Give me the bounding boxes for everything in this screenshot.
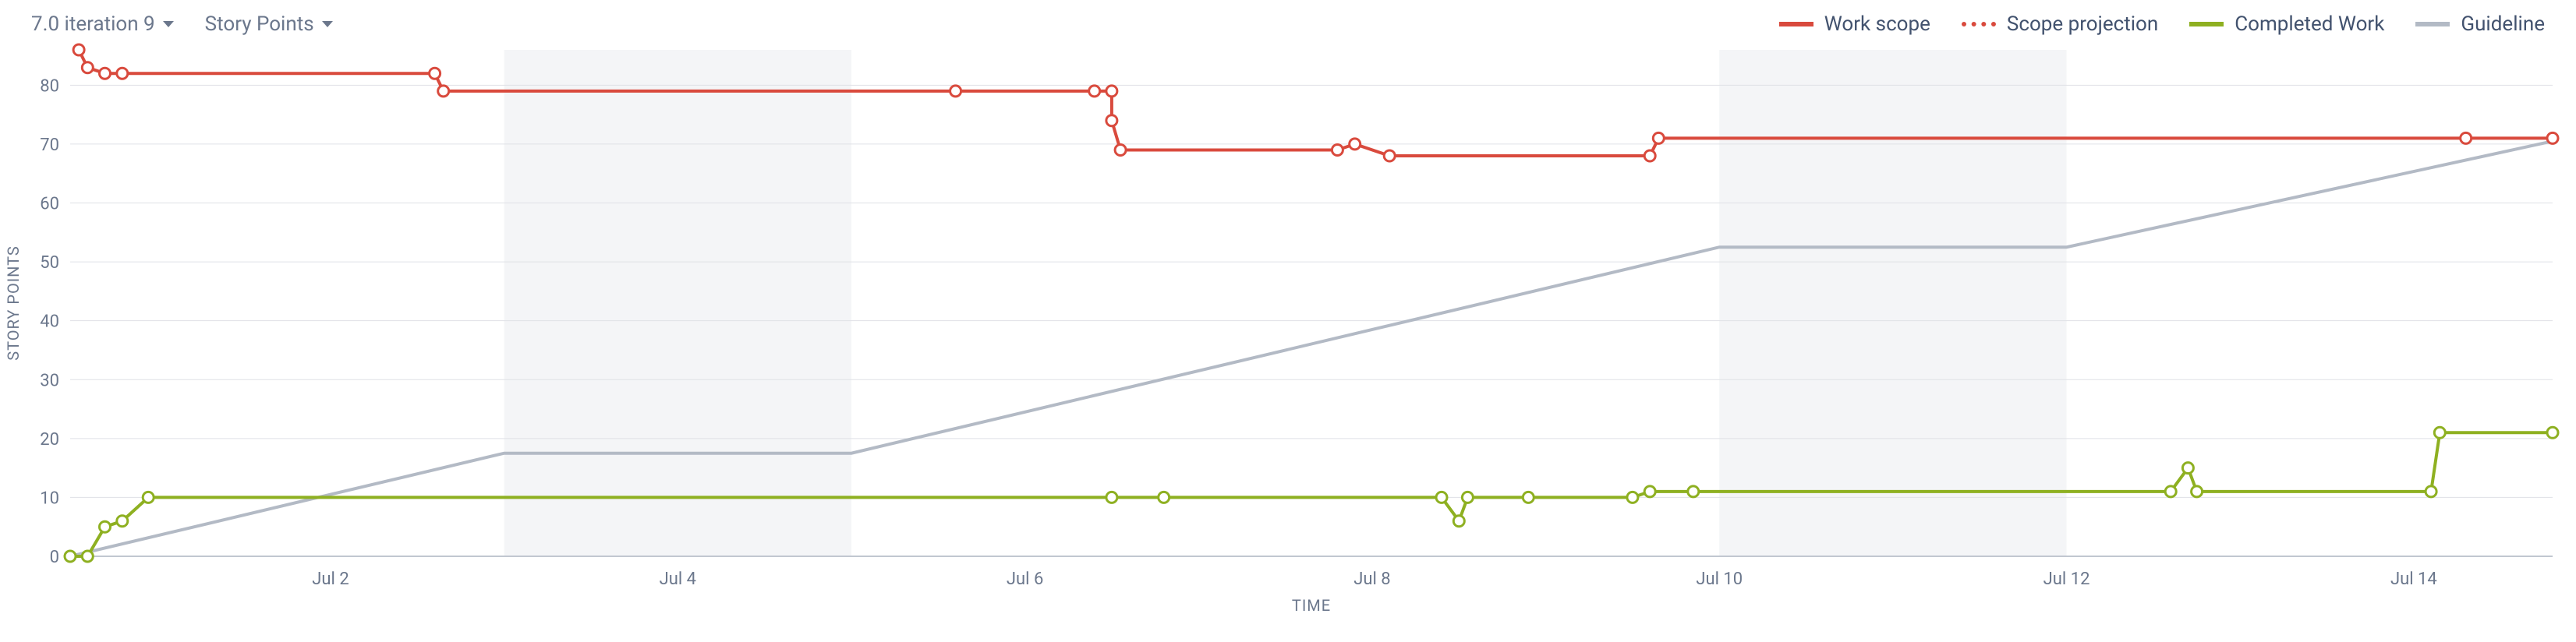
data-point xyxy=(65,551,76,562)
series-guideline xyxy=(70,141,2553,556)
x-tick-label: Jul 12 xyxy=(2043,570,2090,589)
data-point xyxy=(1436,492,1447,503)
legend-label: Scope projection xyxy=(2007,12,2158,36)
burnup-chart-container: 7.0 iteration 9 Story Points Work scope … xyxy=(0,0,2576,642)
dashed-line-swatch-icon xyxy=(1962,22,1996,26)
data-point xyxy=(1159,492,1169,503)
legend-guideline: Guideline xyxy=(2415,12,2545,36)
y-tick-label: 0 xyxy=(50,548,59,567)
chart-svg: 0 10 20 30 40 50 60 70 80 Jul 2 Jul 4 Jul 6 Jul 8 Jul… xyxy=(0,42,2576,619)
chart-plot-area: 0 10 20 30 40 50 60 70 80 Jul 2 Jul 4 Jul 6 Jul 8 Jul… xyxy=(0,42,2576,619)
data-point xyxy=(73,44,84,55)
data-point xyxy=(1453,516,1464,527)
data-point xyxy=(1653,132,1664,143)
data-point xyxy=(1644,150,1655,161)
series-completed-work xyxy=(70,432,2553,556)
data-point xyxy=(117,516,128,527)
x-axis-title: TIME xyxy=(1292,596,1331,615)
data-point xyxy=(82,62,93,73)
data-point xyxy=(100,68,111,79)
y-tick-label: 70 xyxy=(40,136,59,155)
data-point xyxy=(2434,427,2445,438)
data-point xyxy=(82,551,93,562)
data-point xyxy=(100,521,111,532)
data-point xyxy=(2547,427,2558,438)
data-point xyxy=(2182,463,2193,474)
chart-topbar: 7.0 iteration 9 Story Points Work scope … xyxy=(0,0,2576,42)
data-point xyxy=(2547,132,2558,143)
x-tick-label: Jul 8 xyxy=(1353,570,1390,589)
chart-legend: Work scope Scope projection Completed Wo… xyxy=(1779,12,2545,36)
line-swatch-icon xyxy=(2415,22,2450,26)
data-point xyxy=(2192,486,2203,497)
x-tick-label: Jul 2 xyxy=(312,570,349,589)
y-tick-label: 40 xyxy=(40,312,59,332)
chart-controls: 7.0 iteration 9 Story Points xyxy=(31,12,333,36)
legend-work-scope: Work scope xyxy=(1779,12,1930,36)
data-point xyxy=(950,86,961,97)
legend-label: Completed Work xyxy=(2235,12,2384,36)
y-tick-label: 20 xyxy=(40,430,59,450)
data-point xyxy=(1688,486,1699,497)
y-axis-title: STORY POINTS xyxy=(4,245,23,361)
legend-label: Guideline xyxy=(2461,12,2545,36)
data-point xyxy=(1089,86,1100,97)
data-point xyxy=(2461,132,2472,143)
metric-label: Story Points xyxy=(205,12,314,36)
data-point xyxy=(1462,492,1473,503)
legend-scope-projection: Scope projection xyxy=(1962,12,2158,36)
data-point xyxy=(430,68,441,79)
data-point xyxy=(1523,492,1534,503)
weekend-band xyxy=(1719,50,2066,556)
data-point xyxy=(1106,492,1117,503)
data-point xyxy=(1384,150,1395,161)
data-point xyxy=(438,86,449,97)
line-swatch-icon xyxy=(2189,22,2224,26)
chevron-down-icon xyxy=(322,21,333,27)
y-tick-label: 60 xyxy=(40,195,59,214)
y-tick-label: 50 xyxy=(40,253,59,273)
data-point xyxy=(117,68,128,79)
legend-label: Work scope xyxy=(1824,12,1930,36)
sprint-dropdown[interactable]: 7.0 iteration 9 xyxy=(31,12,174,36)
line-swatch-icon xyxy=(1779,22,1813,26)
x-tick-label: Jul 6 xyxy=(1007,570,1043,589)
x-tick-label: Jul 14 xyxy=(2390,570,2437,589)
data-point xyxy=(1644,486,1655,497)
legend-completed-work: Completed Work xyxy=(2189,12,2384,36)
y-tick-label: 80 xyxy=(40,76,59,96)
data-point xyxy=(2165,486,2176,497)
x-tick-label: Jul 4 xyxy=(660,570,696,589)
data-point xyxy=(2426,486,2436,497)
data-point xyxy=(1106,115,1117,126)
y-tick-label: 30 xyxy=(40,371,59,390)
chevron-down-icon xyxy=(163,21,174,27)
weekend-band xyxy=(504,50,851,556)
data-point xyxy=(1350,139,1361,150)
sprint-label: 7.0 iteration 9 xyxy=(31,12,155,36)
series-work-scope xyxy=(79,50,2553,156)
data-point xyxy=(1115,145,1126,156)
y-tick-label: 10 xyxy=(40,489,59,508)
data-point xyxy=(1627,492,1638,503)
x-tick-label: Jul 10 xyxy=(1696,570,1743,589)
metric-dropdown[interactable]: Story Points xyxy=(205,12,333,36)
data-point xyxy=(143,492,154,503)
data-point xyxy=(1106,86,1117,97)
data-point xyxy=(1332,145,1343,156)
